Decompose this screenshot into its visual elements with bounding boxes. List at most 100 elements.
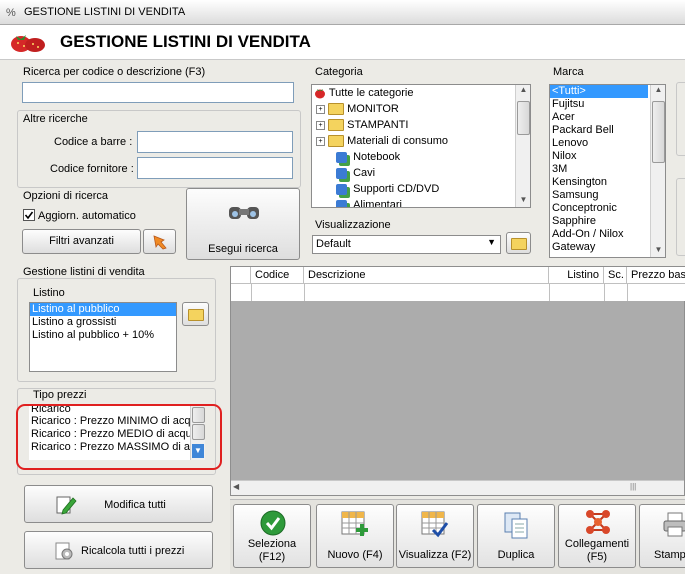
brand-list-item[interactable]: Conceptronic [550,202,648,215]
tree-node-notebook[interactable]: Notebook [312,149,530,165]
view-folder-button[interactable] [506,232,531,254]
price-list-item[interactable]: Listino al pubblico + 10% [30,329,176,342]
select-label-line2: (F12) [258,551,286,563]
filter-arrow-button[interactable] [143,229,176,254]
new-label: Nuovo (F4) [327,549,383,561]
tree-label: MONITOR [347,103,399,115]
brand-list-item[interactable]: Kensington [550,176,648,189]
view-select[interactable]: Default ▼ [312,235,501,254]
brand-scrollbar[interactable]: ▲ ▼ [650,85,665,257]
tree-node-food[interactable]: Alimentari [312,197,530,207]
view-label: Visualizzazione [315,219,391,231]
tree-node-cables[interactable]: Cavi [312,165,530,181]
tree-node-cd-dvd[interactable]: Supporti CD/DVD [312,181,530,197]
print-button[interactable]: Stampa [639,504,685,568]
advanced-filters-button[interactable]: Filtri avanzati [22,229,141,254]
tree-node-all[interactable]: Tutte le categorie [312,85,530,101]
links-label-line1: Collegamenti [564,538,630,550]
column-header-code[interactable]: Codice [251,267,304,283]
price-list-list[interactable]: Listino al pubblico Listino a grossisti … [29,302,177,372]
view-selected-value: Default [316,238,351,250]
other-search-label: Altre ricerche [23,113,88,125]
brand-list-item[interactable]: Fujitsu [550,98,648,111]
title-bar: % GESTIONE LISTINI DI VENDITA [0,0,685,25]
tree-node-printers[interactable]: + STAMPANTI [312,117,530,133]
svg-text:%: % [6,7,16,19]
scroll-thumb[interactable] [652,101,665,163]
barcode-input[interactable] [137,131,293,153]
category-tree[interactable]: Tutte le categorie + MONITOR + STAMPANTI… [311,84,531,208]
search-label: Ricerca per codice o descrizione (F3) [23,66,206,78]
brand-list-item[interactable]: Packard Bell [550,124,648,137]
column-header-discount[interactable]: Sc. [604,267,627,283]
tree-node-monitor[interactable]: + MONITOR [312,101,530,117]
network-icon [336,199,347,207]
copy-document-icon [504,512,528,539]
price-list-item[interactable]: Listino a grossisti [30,316,176,329]
network-links-icon [586,510,610,534]
expand-icon[interactable]: + [316,120,325,130]
category-scrollbar[interactable]: ▲ ▼ [515,85,530,207]
brand-list-item[interactable]: 3M [550,163,648,176]
expand-icon[interactable]: + [316,136,325,146]
brand-list[interactable]: <Tutti> Fujitsu Acer Packard Bell Lenovo Nilo… [549,84,666,258]
scroll-left-icon[interactable]: ◀ [233,482,239,491]
chevron-down-icon[interactable]: ▼ [487,237,496,247]
brand-list-item[interactable]: Lenovo [550,137,648,150]
brand-list-item[interactable]: Sapphire [550,215,648,228]
select-button[interactable]: Seleziona (F12) [233,504,311,568]
scroll-grip-icon[interactable]: ||| [630,482,636,491]
price-list-folder-button[interactable] [182,302,209,326]
checkmark-circle-icon [260,510,286,536]
grid-horizontal-scrollbar[interactable]: ◀ ||| [231,480,684,495]
supplier-code-input[interactable] [137,157,293,179]
brand-list-item[interactable]: Samsung [550,189,648,202]
window-title: GESTIONE LISTINI DI VENDITA [24,6,186,18]
brand-items: <Tutti> Fujitsu Acer Packard Bell Lenovo Nilo… [550,85,665,254]
tree-label: Cavi [353,167,376,179]
scroll-thumb[interactable] [517,101,530,135]
scroll-up-icon[interactable]: ▲ [651,85,665,97]
brand-list-item[interactable]: Nilox [550,150,648,163]
auto-update-checkbox[interactable] [23,209,35,221]
items-grid[interactable]: Codice Descrizione Listino Sc. Prezzo ba… [230,266,685,496]
tree-label: Materiali di consumo [347,135,448,147]
page-header: GESTIONE LISTINI DI VENDITA [0,25,685,60]
recalc-all-label: Ricalcola tutti i prezzi [81,545,185,557]
grid-divider [549,284,550,301]
gear-document-icon [55,542,73,560]
grid-row-indicator [231,267,251,283]
brand-list-item[interactable]: Gateway [550,241,648,254]
column-header-description[interactable]: Descrizione [304,267,549,283]
duplicate-button[interactable]: Duplica [477,504,555,568]
scroll-down-icon[interactable]: ▼ [651,245,665,257]
column-header-base-price[interactable]: Prezzo base [627,267,685,283]
tree-label: Supporti CD/DVD [353,183,440,195]
expand-icon[interactable]: + [316,104,325,114]
view-button[interactable]: Visualizza (F2) [396,504,474,568]
search-input[interactable] [22,82,294,103]
scroll-down-icon[interactable]: ▼ [516,195,530,207]
grid-header: Codice Descrizione Listino Sc. Prezzo ba… [231,267,685,301]
network-icon [336,151,347,163]
brand-list-item[interactable]: Add-On / Nilox [550,228,648,241]
execute-search-button[interactable]: Esegui ricerca [186,188,300,260]
right-panel-edge [676,82,685,156]
recalc-all-button[interactable]: Ricalcola tutti i prezzi [24,531,213,569]
brand-list-item[interactable]: Acer [550,111,648,124]
supplier-code-label: Codice fornitore : [50,163,134,175]
barcode-label: Codice a barre : [54,136,133,148]
column-header-list[interactable]: Listino [549,267,604,283]
modify-all-label: Modifica tutti [104,499,166,511]
strawberry-logo-icon [11,35,45,52]
folder-icon [328,119,345,132]
modify-all-button[interactable]: Modifica tutti [24,485,213,523]
print-label: Stampa [654,549,685,561]
price-list-item[interactable]: Listino al pubblico [30,303,176,316]
new-button[interactable]: Nuovo (F4) [316,504,394,568]
scroll-up-icon[interactable]: ▲ [516,85,530,97]
links-button[interactable]: Collegamenti (F5) [558,504,636,568]
tree-node-consumables[interactable]: + Materiali di consumo [312,133,530,149]
brand-list-item[interactable]: <Tutti> [550,85,648,98]
grid-empty-row[interactable] [231,283,685,301]
